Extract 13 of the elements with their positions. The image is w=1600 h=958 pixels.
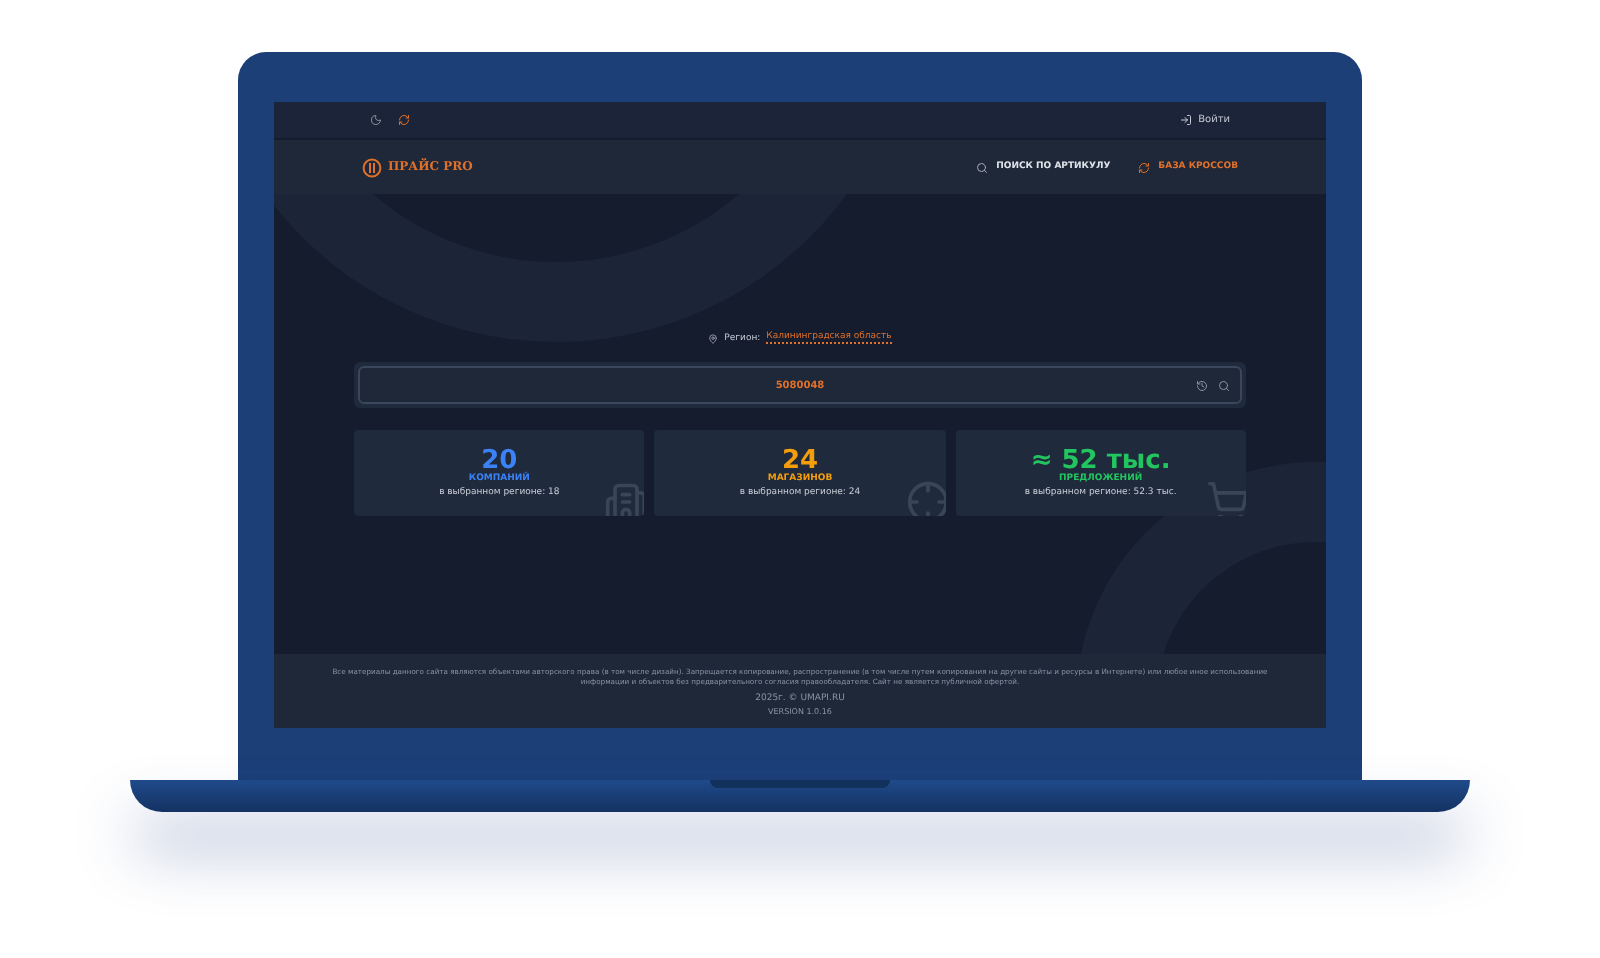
login-icon	[1180, 114, 1193, 126]
pin-icon	[708, 333, 719, 343]
search-icon	[976, 161, 989, 173]
stat-value: 24	[781, 448, 819, 474]
cart-icon	[1205, 480, 1246, 516]
stat-value: ≈ 52 тыс.	[1030, 448, 1171, 474]
history-icon[interactable]	[1196, 379, 1208, 391]
moon-icon[interactable]	[370, 114, 382, 126]
refresh-icon	[1138, 161, 1151, 173]
refresh-icon[interactable]	[398, 114, 410, 126]
building-icon	[604, 480, 645, 516]
stat-value: 20	[481, 448, 518, 474]
search-icon[interactable]	[1218, 379, 1230, 391]
